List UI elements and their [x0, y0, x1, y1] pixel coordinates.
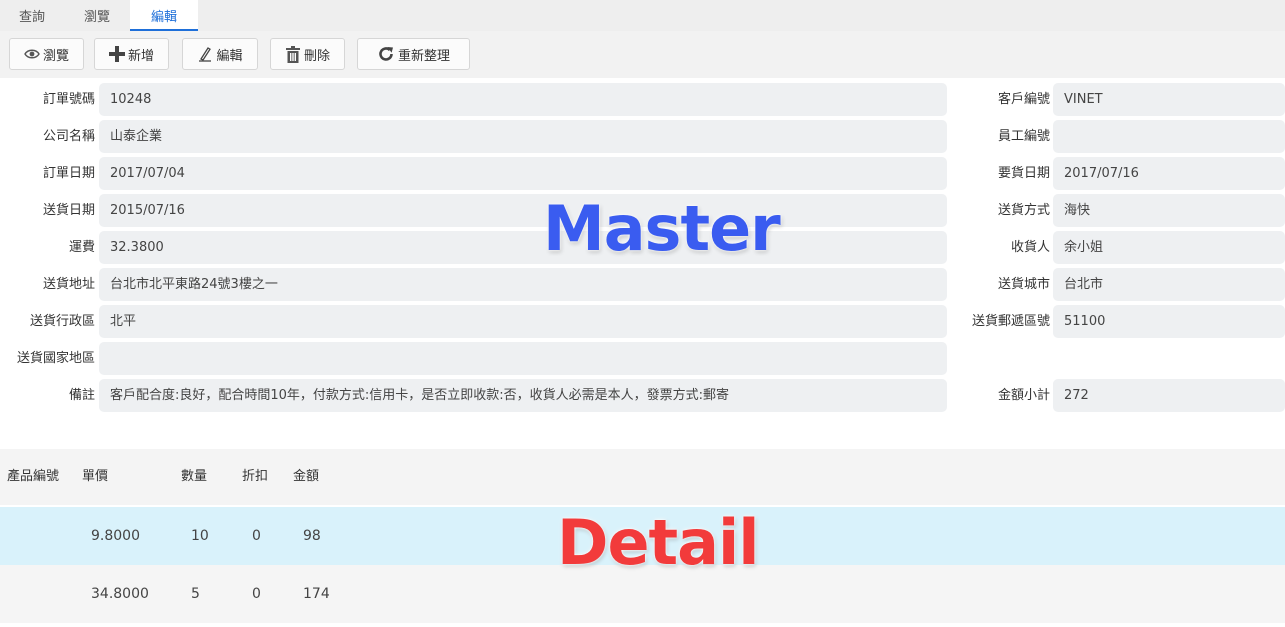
tab-bar: 查詢 瀏覽 編輯 [0, 0, 1285, 31]
customer-id-field[interactable]: VINET [1053, 83, 1285, 116]
trash-icon [285, 45, 301, 63]
toolbar: 瀏覽 新增 編輯 刪除 重新整理 [0, 31, 1285, 78]
edit-label: 編輯 [216, 48, 243, 64]
ship-via-label: 送貨方式 [997, 203, 1050, 218]
detail-overlay-text: Detail [557, 506, 759, 579]
column-header-amount[interactable]: 金額 [293, 449, 319, 505]
ship-postal-label: 送貨郵遞區號 [971, 314, 1050, 329]
refresh-button[interactable]: 重新整理 [357, 38, 470, 70]
subtotal-field[interactable]: 272 [1053, 379, 1285, 412]
eye-icon [24, 48, 40, 60]
column-header-price[interactable]: 單價 [82, 449, 108, 505]
ship-city-field[interactable]: 台北市 [1053, 268, 1285, 301]
plus-icon [108, 46, 125, 62]
cell-discount: 0 [252, 586, 261, 602]
ship-city-label: 送貨城市 [997, 277, 1050, 292]
subtotal-label: 金額小計 [997, 388, 1050, 403]
tab-edit[interactable]: 編輯 [130, 0, 198, 31]
employee-id-field[interactable] [1053, 120, 1285, 153]
tab-query[interactable]: 查詢 [0, 0, 64, 31]
column-header-product-id[interactable]: 產品編號 [7, 449, 59, 505]
ship-via-field[interactable]: 海快 [1053, 194, 1285, 227]
tab-browse[interactable]: 瀏覽 [64, 0, 130, 31]
cell-price: 34.8000 [91, 586, 149, 602]
add-button[interactable]: 新增 [94, 38, 169, 70]
detail-grid-header: 產品編號 單價 數量 折扣 金額 [0, 449, 1285, 505]
cell-amount: 98 [303, 528, 321, 544]
ship-country-label: 送貨國家地區 [16, 351, 95, 366]
customer-id-label: 客戶編號 [997, 92, 1050, 107]
refresh-icon [377, 45, 395, 63]
cell-qty: 10 [191, 528, 209, 544]
master-overlay-text: Master [543, 192, 781, 265]
employee-id-label: 員工編號 [997, 129, 1050, 144]
delete-label: 刪除 [303, 48, 330, 64]
ship-postal-field[interactable]: 51100 [1053, 305, 1285, 338]
column-header-discount[interactable]: 折扣 [242, 449, 268, 505]
cell-price: 9.8000 [91, 528, 140, 544]
required-date-field[interactable]: 2017/07/16 [1053, 157, 1285, 190]
required-date-label: 要貨日期 [997, 166, 1050, 181]
cell-amount: 174 [303, 586, 330, 602]
add-label: 新增 [127, 48, 154, 64]
edit-button[interactable]: 編輯 [182, 38, 258, 70]
column-header-qty[interactable]: 數量 [181, 449, 207, 505]
refresh-label: 重新整理 [397, 48, 450, 64]
cell-discount: 0 [252, 528, 261, 544]
view-button[interactable]: 瀏覽 [9, 38, 84, 70]
ship-name-label: 收貨人 [1010, 240, 1050, 255]
ship-name-field[interactable]: 余小姐 [1053, 231, 1285, 264]
ship-country-field[interactable] [99, 342, 947, 375]
view-label: 瀏覽 [42, 48, 69, 64]
delete-button[interactable]: 刪除 [270, 38, 345, 70]
pencil-icon [197, 46, 213, 62]
cell-qty: 5 [191, 586, 200, 602]
